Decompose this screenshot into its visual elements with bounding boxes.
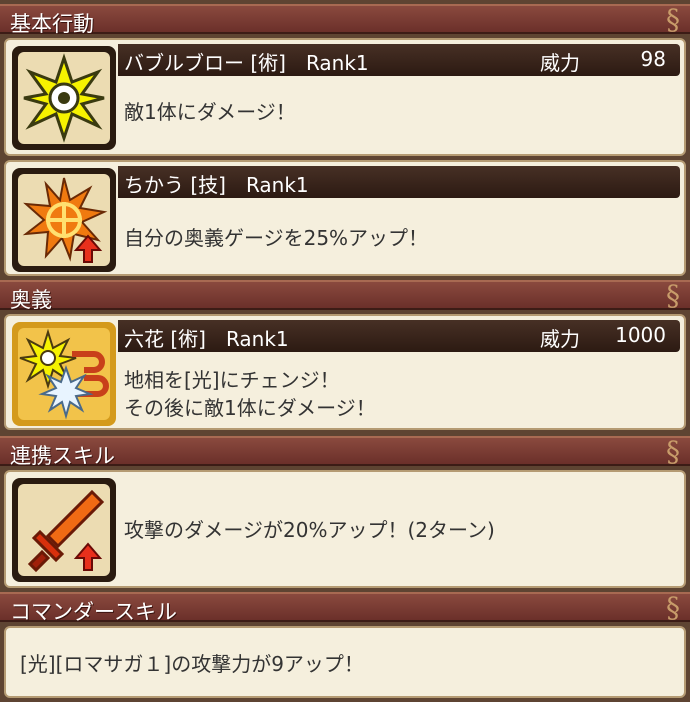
skill-card-rikka[interactable]: 六花 [術] Rank1 威力 1000 地相を[光]にチェンジ！ その後に敵1…: [4, 314, 686, 430]
skill-name-bar: 六花 [術] Rank1 威力 1000: [118, 320, 680, 352]
skill-card-chikau[interactable]: ちかう [技] Rank1 自分の奥義ゲージを25%アップ！: [4, 160, 686, 276]
skill-name-bar: ちかう [技] Rank1: [118, 166, 680, 198]
skill-description: 敵1体にダメージ！: [124, 100, 296, 124]
commander-skill-card[interactable]: [光][ロマサガ１]の攻撃力が9アップ！: [4, 626, 686, 698]
swirl-ornament-icon: §: [666, 591, 680, 624]
skill-name: バブルブロー [術] Rank1: [124, 51, 369, 75]
swirl-ornament-icon: §: [666, 3, 680, 36]
section-header-commander: コマンダースキル §: [0, 591, 690, 624]
section-header-renkei: 連携スキル §: [0, 435, 690, 468]
section-header-basic: 基本行動 §: [0, 3, 690, 36]
skill-name: ちかう [技] Rank1: [124, 173, 309, 197]
skill-name: 六花 [術] Rank1: [124, 327, 289, 351]
commander-description: [光][ロマサガ１]の攻撃力が9アップ！: [20, 652, 364, 676]
skill-name-bar: バブルブロー [術] Rank1 威力 98: [118, 44, 680, 76]
skill-icon-frame: [12, 478, 116, 582]
power-value: 1000: [615, 323, 666, 347]
power-label: 威力: [540, 51, 580, 75]
section-header-ougi: 奥義 §: [0, 279, 690, 312]
skill-description: 自分の奥義ゲージを25%アップ！: [124, 226, 429, 250]
skill-icon-frame-gold: [12, 322, 116, 426]
section-title: コマンダースキル: [10, 600, 177, 624]
skill-card-bubble-blow[interactable]: バブルブロー [術] Rank1 威力 98 敵1体にダメージ！: [4, 38, 686, 156]
skill-card-renkei[interactable]: 攻撃のダメージが20%アップ！(2ターン): [4, 470, 686, 588]
section-title: 連携スキル: [10, 444, 115, 468]
sword-up-icon: [27, 489, 105, 573]
skill-icon-frame: [12, 168, 116, 272]
section-title: 奥義: [10, 288, 52, 312]
power-label: 威力: [540, 327, 580, 351]
light-burst-icon: [23, 53, 105, 143]
gauge-up-icon: [22, 177, 108, 263]
skill-icon-frame: [12, 46, 116, 150]
skill-description: 攻撃のダメージが20%アップ！(2ターン): [124, 518, 495, 542]
section-title: 基本行動: [10, 12, 94, 36]
power-value: 98: [640, 47, 666, 71]
skill-description: 地相を[光]にチェンジ！ その後に敵1体にダメージ！: [124, 368, 376, 420]
light-change-icon: [19, 328, 109, 420]
swirl-ornament-icon: §: [666, 279, 680, 312]
swirl-ornament-icon: §: [666, 435, 680, 468]
